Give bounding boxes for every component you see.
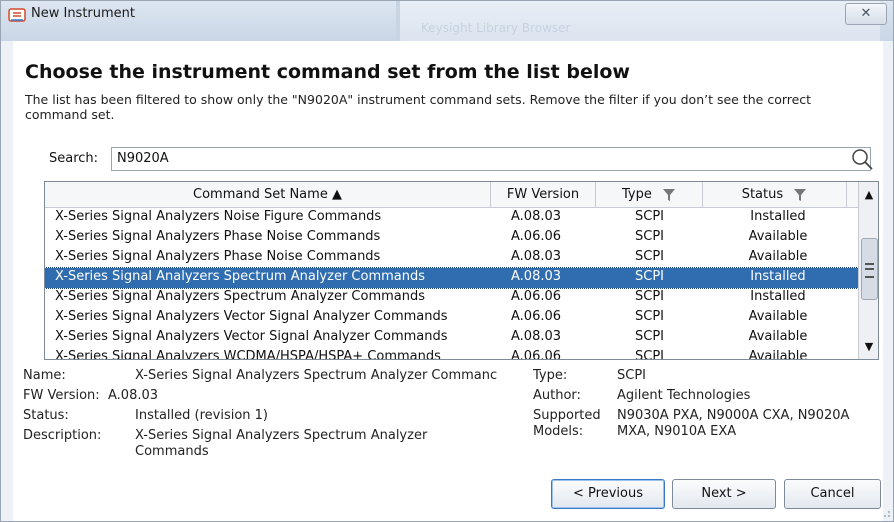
right-border xyxy=(883,41,893,521)
cell-type: SCPI xyxy=(635,269,665,284)
detail-description-label: Description: xyxy=(23,428,102,443)
background-window-title: Keysight Library Browser xyxy=(421,21,571,35)
table-row[interactable]: X-Series Signal Analyzers Phase Noise Co… xyxy=(45,228,858,248)
column-header-type[interactable]: Type xyxy=(596,182,703,207)
cell-status: Available xyxy=(748,329,808,344)
filter-description: The list has been filtered to show only … xyxy=(25,92,812,122)
cell-fw: A.06.06 xyxy=(511,289,562,304)
command-set-table[interactable]: Command Set Name ▲ FW Version Type Statu… xyxy=(44,181,879,360)
left-border xyxy=(1,41,13,521)
table-row[interactable]: X-Series Signal Analyzers Vector Signal … xyxy=(45,308,858,328)
cell-status: Available xyxy=(748,249,808,264)
new-instrument-dialog: Keysight Library Browser New Instrument … xyxy=(0,0,894,522)
resize-grip-icon[interactable] xyxy=(879,506,891,518)
cell-name: X-Series Signal Analyzers Vector Signal … xyxy=(55,309,448,324)
detail-description-line-2: Commands xyxy=(135,444,209,459)
search-input[interactable]: N9020A xyxy=(111,147,871,171)
table-scrollbar[interactable]: ▲ ▼ xyxy=(858,182,878,359)
cell-fw: A.06.06 xyxy=(511,229,562,244)
cell-name: X-Series Signal Analyzers Phase Noise Co… xyxy=(55,229,381,244)
cell-fw: A.08.03 xyxy=(511,209,562,224)
detail-author-value: Agilent Technologies xyxy=(617,388,751,403)
detail-name-value: X-Series Signal Analyzers Spectrum Analy… xyxy=(135,368,498,383)
detail-models-value-2: MXA, N9010A EXA xyxy=(617,424,737,439)
cell-status: Available xyxy=(748,229,808,244)
search-input-value[interactable]: N9020A xyxy=(117,151,169,166)
detail-models-label-1: Supported xyxy=(533,408,601,423)
search-icon[interactable] xyxy=(850,147,874,171)
table-row[interactable]: X-Series Signal Analyzers Spectrum Analy… xyxy=(45,288,858,308)
table-header: Command Set Name ▲ FW Version Type Statu… xyxy=(45,182,878,208)
column-header-fw-version[interactable]: FW Version xyxy=(491,182,596,207)
scroll-thumb[interactable] xyxy=(861,238,878,300)
cell-fw: A.08.03 xyxy=(511,269,562,284)
detail-type-label: Type: xyxy=(533,368,568,383)
cell-status: Installed xyxy=(750,269,806,284)
cell-status: Available xyxy=(748,349,808,360)
table-row[interactable]: X-Series Signal Analyzers Vector Signal … xyxy=(45,328,858,348)
scroll-up-arrow-icon[interactable]: ▲ xyxy=(859,182,878,207)
cell-fw: A.08.03 xyxy=(511,329,562,344)
cell-name: X-Series Signal Analyzers Noise Figure C… xyxy=(55,209,382,224)
cell-fw: A.06.06 xyxy=(511,349,562,360)
filter-icon[interactable] xyxy=(793,188,807,202)
detail-status-label: Status: xyxy=(23,408,69,423)
detail-type-value: SCPI xyxy=(617,368,647,383)
title-bar: Keysight Library Browser New Instrument … xyxy=(1,1,893,41)
cell-fw: A.06.06 xyxy=(511,309,562,324)
cell-status: Available xyxy=(748,309,808,324)
search-label: Search: xyxy=(49,151,99,166)
cell-type: SCPI xyxy=(635,209,665,224)
column-header-name[interactable]: Command Set Name ▲ xyxy=(45,182,491,207)
detail-status-value: Installed (revision 1) xyxy=(135,408,269,423)
detail-models-value-1: N9030A PXA, N9000A CXA, N9020A xyxy=(617,408,850,423)
scroll-down-arrow-icon[interactable]: ▼ xyxy=(859,334,878,359)
next-button[interactable]: Next > xyxy=(672,479,776,509)
table-row[interactable]: X-Series Signal Analyzers Phase Noise Co… xyxy=(45,248,858,268)
table-row[interactable]: X-Series Signal Analyzers WCDMA/HSPA/HSP… xyxy=(45,348,858,360)
table-row[interactable]: X-Series Signal Analyzers Spectrum Analy… xyxy=(45,267,859,289)
detail-fw-label: FW Version: xyxy=(23,388,100,403)
detail-name-label: Name: xyxy=(23,368,66,383)
detail-author-label: Author: xyxy=(533,388,581,403)
page-title: Choose the instrument command set from t… xyxy=(25,61,630,83)
table-row[interactable]: X-Series Signal Analyzers Noise Figure C… xyxy=(45,208,858,228)
filter-icon[interactable] xyxy=(662,188,676,202)
scroll-grip-icon xyxy=(865,263,874,278)
cell-name: X-Series Signal Analyzers Spectrum Analy… xyxy=(55,289,426,304)
cell-type: SCPI xyxy=(635,289,665,304)
window-title: New Instrument xyxy=(31,6,136,21)
cell-name: X-Series Signal Analyzers Vector Signal … xyxy=(55,329,448,344)
close-button[interactable]: ✕ xyxy=(845,3,887,25)
cell-type: SCPI xyxy=(635,309,665,324)
cancel-button[interactable]: Cancel xyxy=(784,479,881,509)
detail-models-label-2: Models: xyxy=(533,424,584,439)
cell-type: SCPI xyxy=(635,349,665,360)
detail-description-line-1: X-Series Signal Analyzers Spectrum Analy… xyxy=(135,428,428,443)
column-header-status[interactable]: Status xyxy=(703,182,847,207)
cell-name: X-Series Signal Analyzers WCDMA/HSPA/HSP… xyxy=(55,349,441,360)
cell-name: X-Series Signal Analyzers Spectrum Analy… xyxy=(55,269,426,284)
cell-name: X-Series Signal Analyzers Phase Noise Co… xyxy=(55,249,381,264)
cell-type: SCPI xyxy=(635,229,665,244)
instrument-app-icon xyxy=(8,8,26,22)
cell-status: Installed xyxy=(750,289,806,304)
cell-status: Installed xyxy=(750,209,806,224)
cell-type: SCPI xyxy=(635,249,665,264)
previous-button[interactable]: < Previous xyxy=(551,479,665,509)
cell-type: SCPI xyxy=(635,329,665,344)
cell-fw: A.08.03 xyxy=(511,249,562,264)
detail-fw-value: A.08.03 xyxy=(108,388,159,403)
